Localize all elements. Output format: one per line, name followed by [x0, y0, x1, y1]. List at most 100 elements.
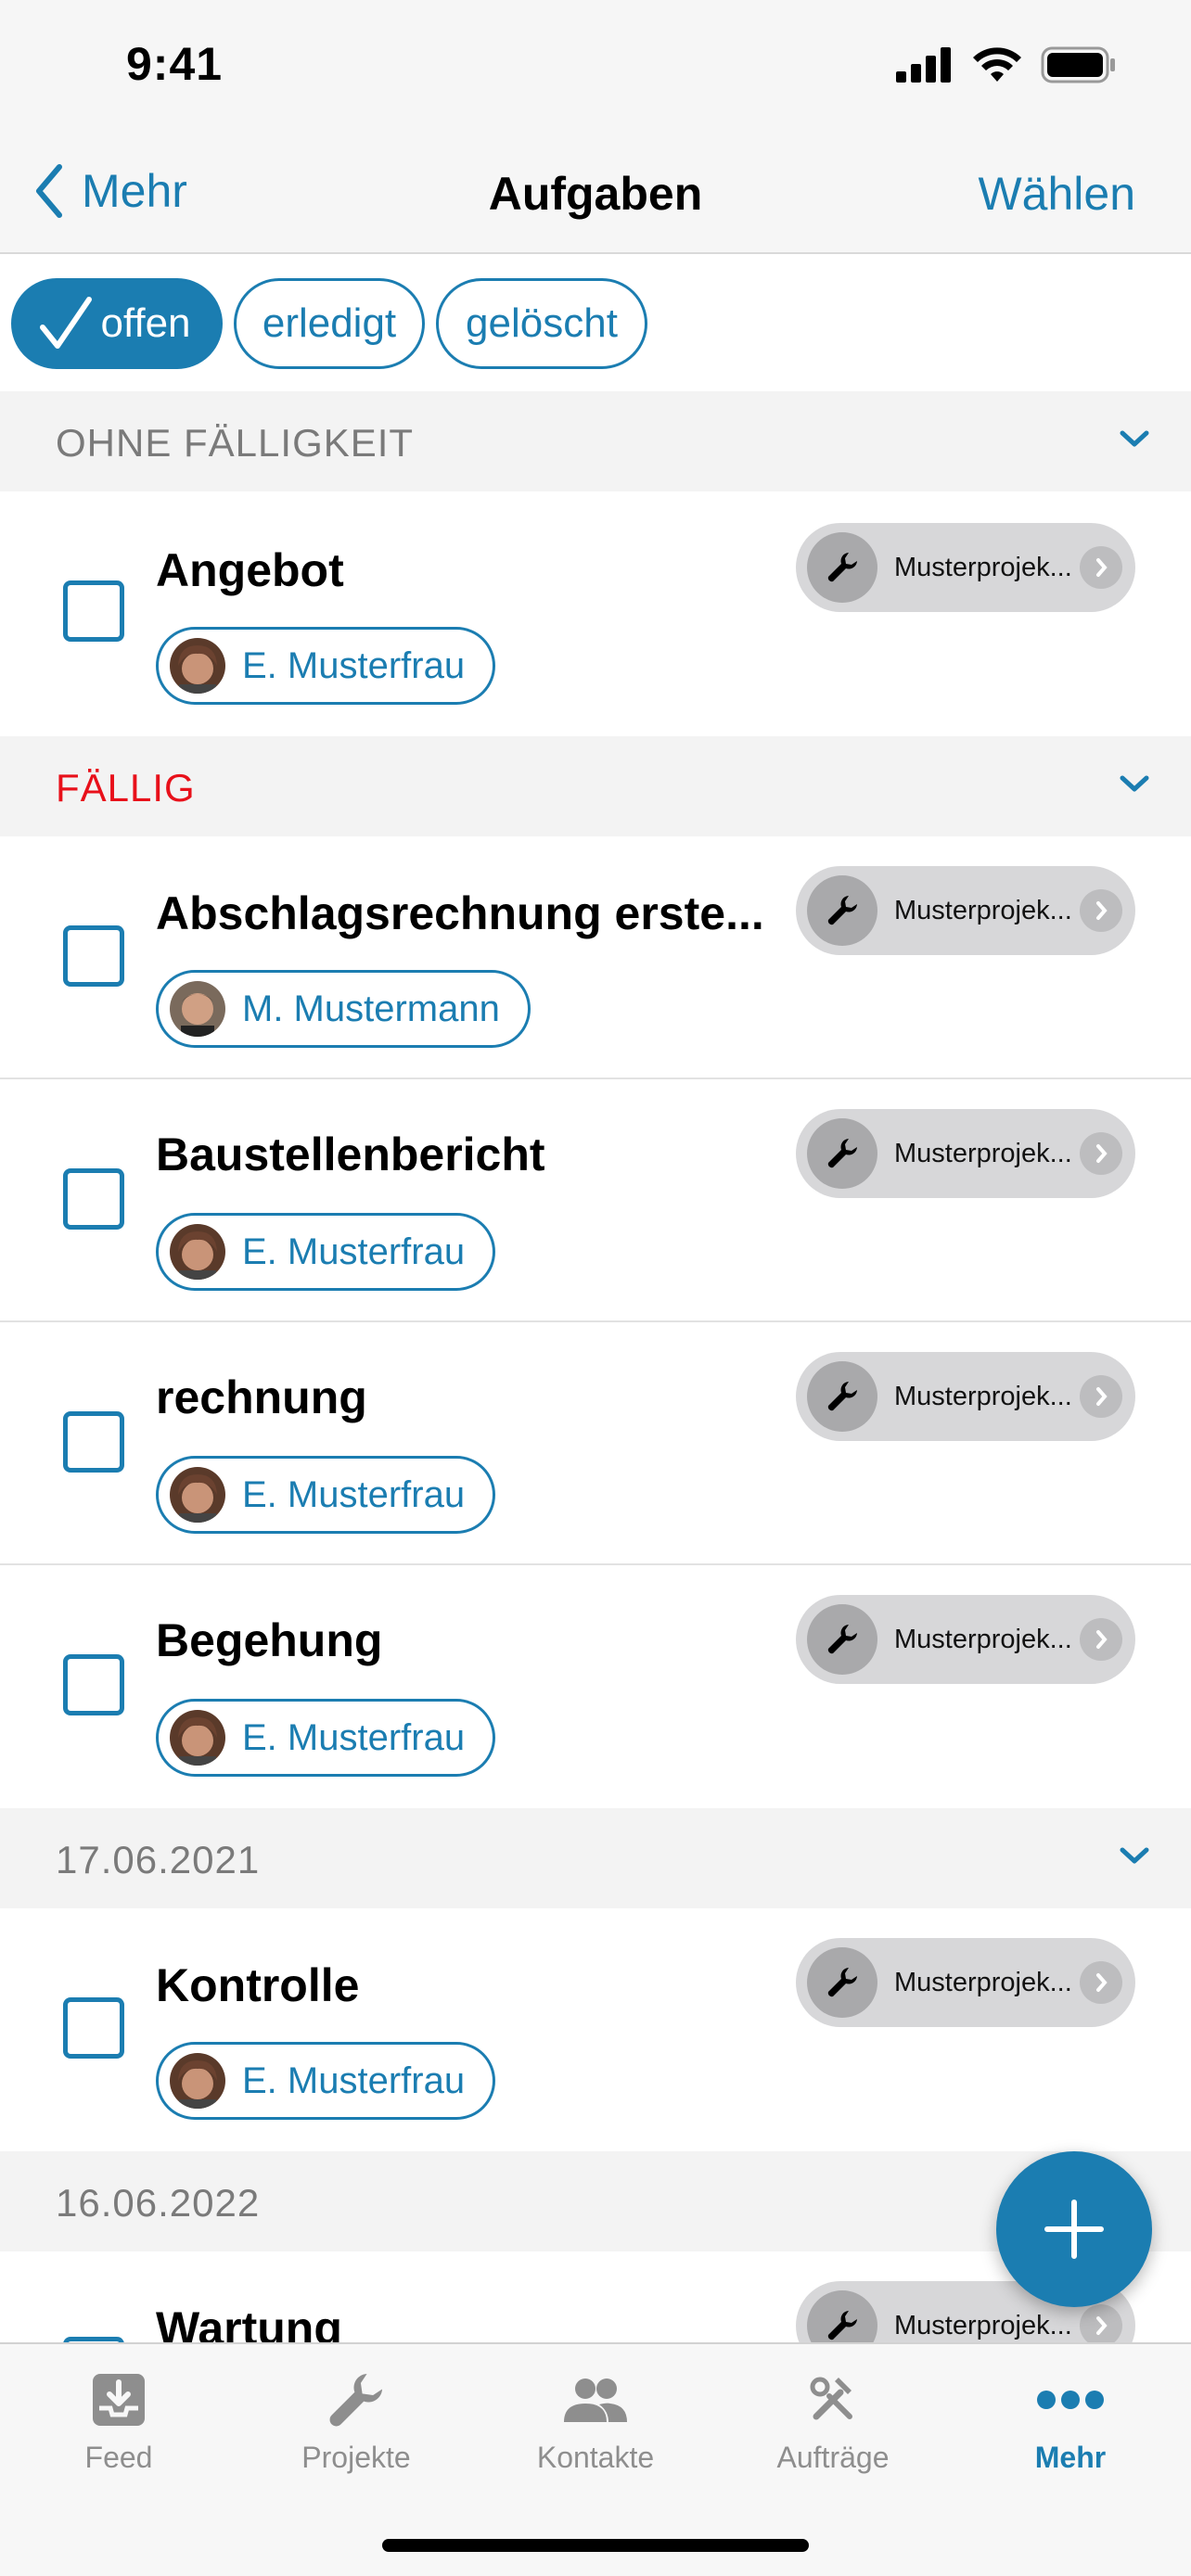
assignee-chip[interactable]: E. Musterfrau [156, 1699, 496, 1777]
section-header[interactable]: OHNE FÄLLIGKEIT [0, 391, 1191, 491]
wrench-icon [807, 532, 877, 603]
tab-label: Projekte [301, 2441, 411, 2474]
avatar [170, 1467, 225, 1523]
task-checkbox[interactable] [63, 1168, 124, 1230]
assignee-chip[interactable]: E. Musterfrau [156, 1456, 496, 1534]
chevron-right-icon [1080, 546, 1122, 589]
chevron-down-icon [1120, 430, 1149, 447]
task-checkbox[interactable] [63, 580, 124, 642]
assignee-chip[interactable]: E. Musterfrau [156, 2042, 496, 2120]
project-pill[interactable]: Musterprojek... [796, 1938, 1135, 2027]
project-pill[interactable]: Musterprojek... [796, 1352, 1135, 1441]
task-row[interactable]: Abschlagsrechnung erste... M. Mustermann… [0, 836, 1191, 1079]
filter-chip-deleted[interactable]: gelöscht [436, 278, 647, 369]
task-title: Wartung [156, 2302, 342, 2342]
battery-icon [1041, 46, 1115, 83]
task-checkbox[interactable] [63, 1997, 124, 2059]
chevron-right-icon [1080, 2304, 1122, 2342]
wrench-icon [319, 2368, 393, 2431]
status-bar: 9:41 [0, 0, 1191, 130]
project-label: Musterprojek... [894, 552, 1072, 582]
project-label: Musterprojek... [894, 895, 1072, 925]
wrench-icon [807, 2290, 877, 2342]
back-button[interactable]: Mehr [33, 163, 187, 219]
filter-chip-label: gelöscht [466, 300, 618, 346]
project-pill[interactable]: Musterprojek... [796, 1595, 1135, 1684]
select-button[interactable]: Wählen [978, 167, 1135, 221]
project-pill[interactable]: Musterprojek... [796, 1109, 1135, 1198]
task-checkbox[interactable] [63, 1654, 124, 1715]
task-row[interactable]: Begehung E. Musterfrau Musterprojek... [0, 1565, 1191, 1808]
filter-chip-label: offen [100, 300, 191, 346]
add-task-button[interactable] [996, 2151, 1152, 2307]
project-label: Musterprojek... [894, 2310, 1072, 2340]
chevron-right-icon [1080, 1961, 1122, 2004]
tab-contacts[interactable]: Kontakte [477, 2368, 714, 2475]
tab-feed[interactable]: Feed [0, 2368, 237, 2475]
more-icon [1033, 2368, 1108, 2431]
assignee-name: E. Musterfrau [242, 1231, 466, 1272]
filter-chip-done[interactable]: erledigt [234, 278, 425, 369]
wrench-icon [807, 875, 877, 946]
chevron-right-icon [1080, 1618, 1122, 1661]
project-label: Musterprojek... [894, 1381, 1072, 1411]
home-indicator [382, 2539, 809, 2552]
wifi-icon [973, 47, 1021, 82]
status-icons [896, 46, 1117, 83]
wrench-icon [807, 1947, 877, 2018]
avatar [170, 1710, 225, 1766]
task-row[interactable]: Baustellenbericht E. Musterfrau Musterpr… [0, 1079, 1191, 1322]
chevron-right-icon [1080, 1132, 1122, 1175]
project-pill[interactable]: Musterprojek... [796, 866, 1135, 955]
wrench-icon [807, 1361, 877, 1432]
wrench-icon [807, 1118, 877, 1189]
task-title: Kontrolle [156, 1959, 360, 2011]
section-header[interactable]: 17.06.2021 [0, 1808, 1191, 1908]
task-title: Baustellenbericht [156, 1129, 545, 1180]
tab-label: Mehr [1034, 2441, 1107, 2474]
tab-label: Aufträge [776, 2441, 890, 2474]
task-checkbox[interactable] [63, 1411, 124, 1473]
filter-chip-label: erledigt [262, 300, 397, 346]
assignee-chip[interactable]: E. Musterfrau [156, 627, 496, 705]
assignee-name: E. Musterfrau [242, 644, 466, 686]
section-header[interactable]: FÄLLIG [0, 736, 1191, 836]
assignee-name: M. Mustermann [242, 988, 500, 1029]
plus-icon [1044, 2200, 1104, 2259]
tab-more[interactable]: Mehr [952, 2368, 1189, 2475]
assignee-chip[interactable]: M. Mustermann [156, 970, 531, 1048]
task-row[interactable]: rechnung E. Musterfrau Musterprojek... [0, 1322, 1191, 1565]
avatar [170, 1224, 225, 1280]
project-label: Musterprojek... [894, 1624, 1072, 1654]
wrench-icon [807, 1604, 877, 1675]
project-pill[interactable]: Musterprojek... [796, 523, 1135, 612]
tab-orders[interactable]: Aufträge [714, 2368, 952, 2475]
status-time: 9:41 [126, 38, 224, 90]
section-title: OHNE FÄLLIGKEIT [56, 421, 415, 465]
project-label: Musterprojek... [894, 1138, 1072, 1168]
assignee-name: E. Musterfrau [242, 1716, 466, 1758]
tab-projects[interactable]: Projekte [237, 2368, 475, 2475]
task-checkbox[interactable] [63, 925, 124, 987]
chevron-down-icon [1120, 1847, 1149, 1864]
section-title: 16.06.2022 [56, 2181, 261, 2225]
back-label: Mehr [82, 165, 187, 217]
section-title: FÄLLIG [56, 766, 196, 810]
tab-label: Kontakte [536, 2441, 655, 2474]
avatar [170, 2053, 225, 2109]
checkmark-icon [40, 297, 93, 349]
chevron-left-icon [36, 164, 62, 218]
filter-bar: offen erledigt gelöscht [0, 254, 1191, 391]
chevron-right-icon [1080, 889, 1122, 932]
navigation-bar: Mehr Aufgaben Wählen [0, 130, 1191, 254]
signal-icon [896, 47, 951, 83]
task-title: Abschlagsrechnung erste... [156, 887, 764, 939]
task-row[interactable]: Kontrolle E. Musterfrau Musterprojek... [0, 1908, 1191, 2151]
assignee-name: E. Musterfrau [242, 2060, 466, 2101]
tools-icon [796, 2368, 870, 2431]
assignee-name: E. Musterfrau [242, 1473, 466, 1515]
chevron-down-icon [1120, 775, 1149, 792]
assignee-chip[interactable]: E. Musterfrau [156, 1213, 496, 1291]
filter-chip-open[interactable]: offen [11, 278, 223, 369]
task-row[interactable]: Angebot E. Musterfrau Musterprojek... [0, 491, 1191, 736]
